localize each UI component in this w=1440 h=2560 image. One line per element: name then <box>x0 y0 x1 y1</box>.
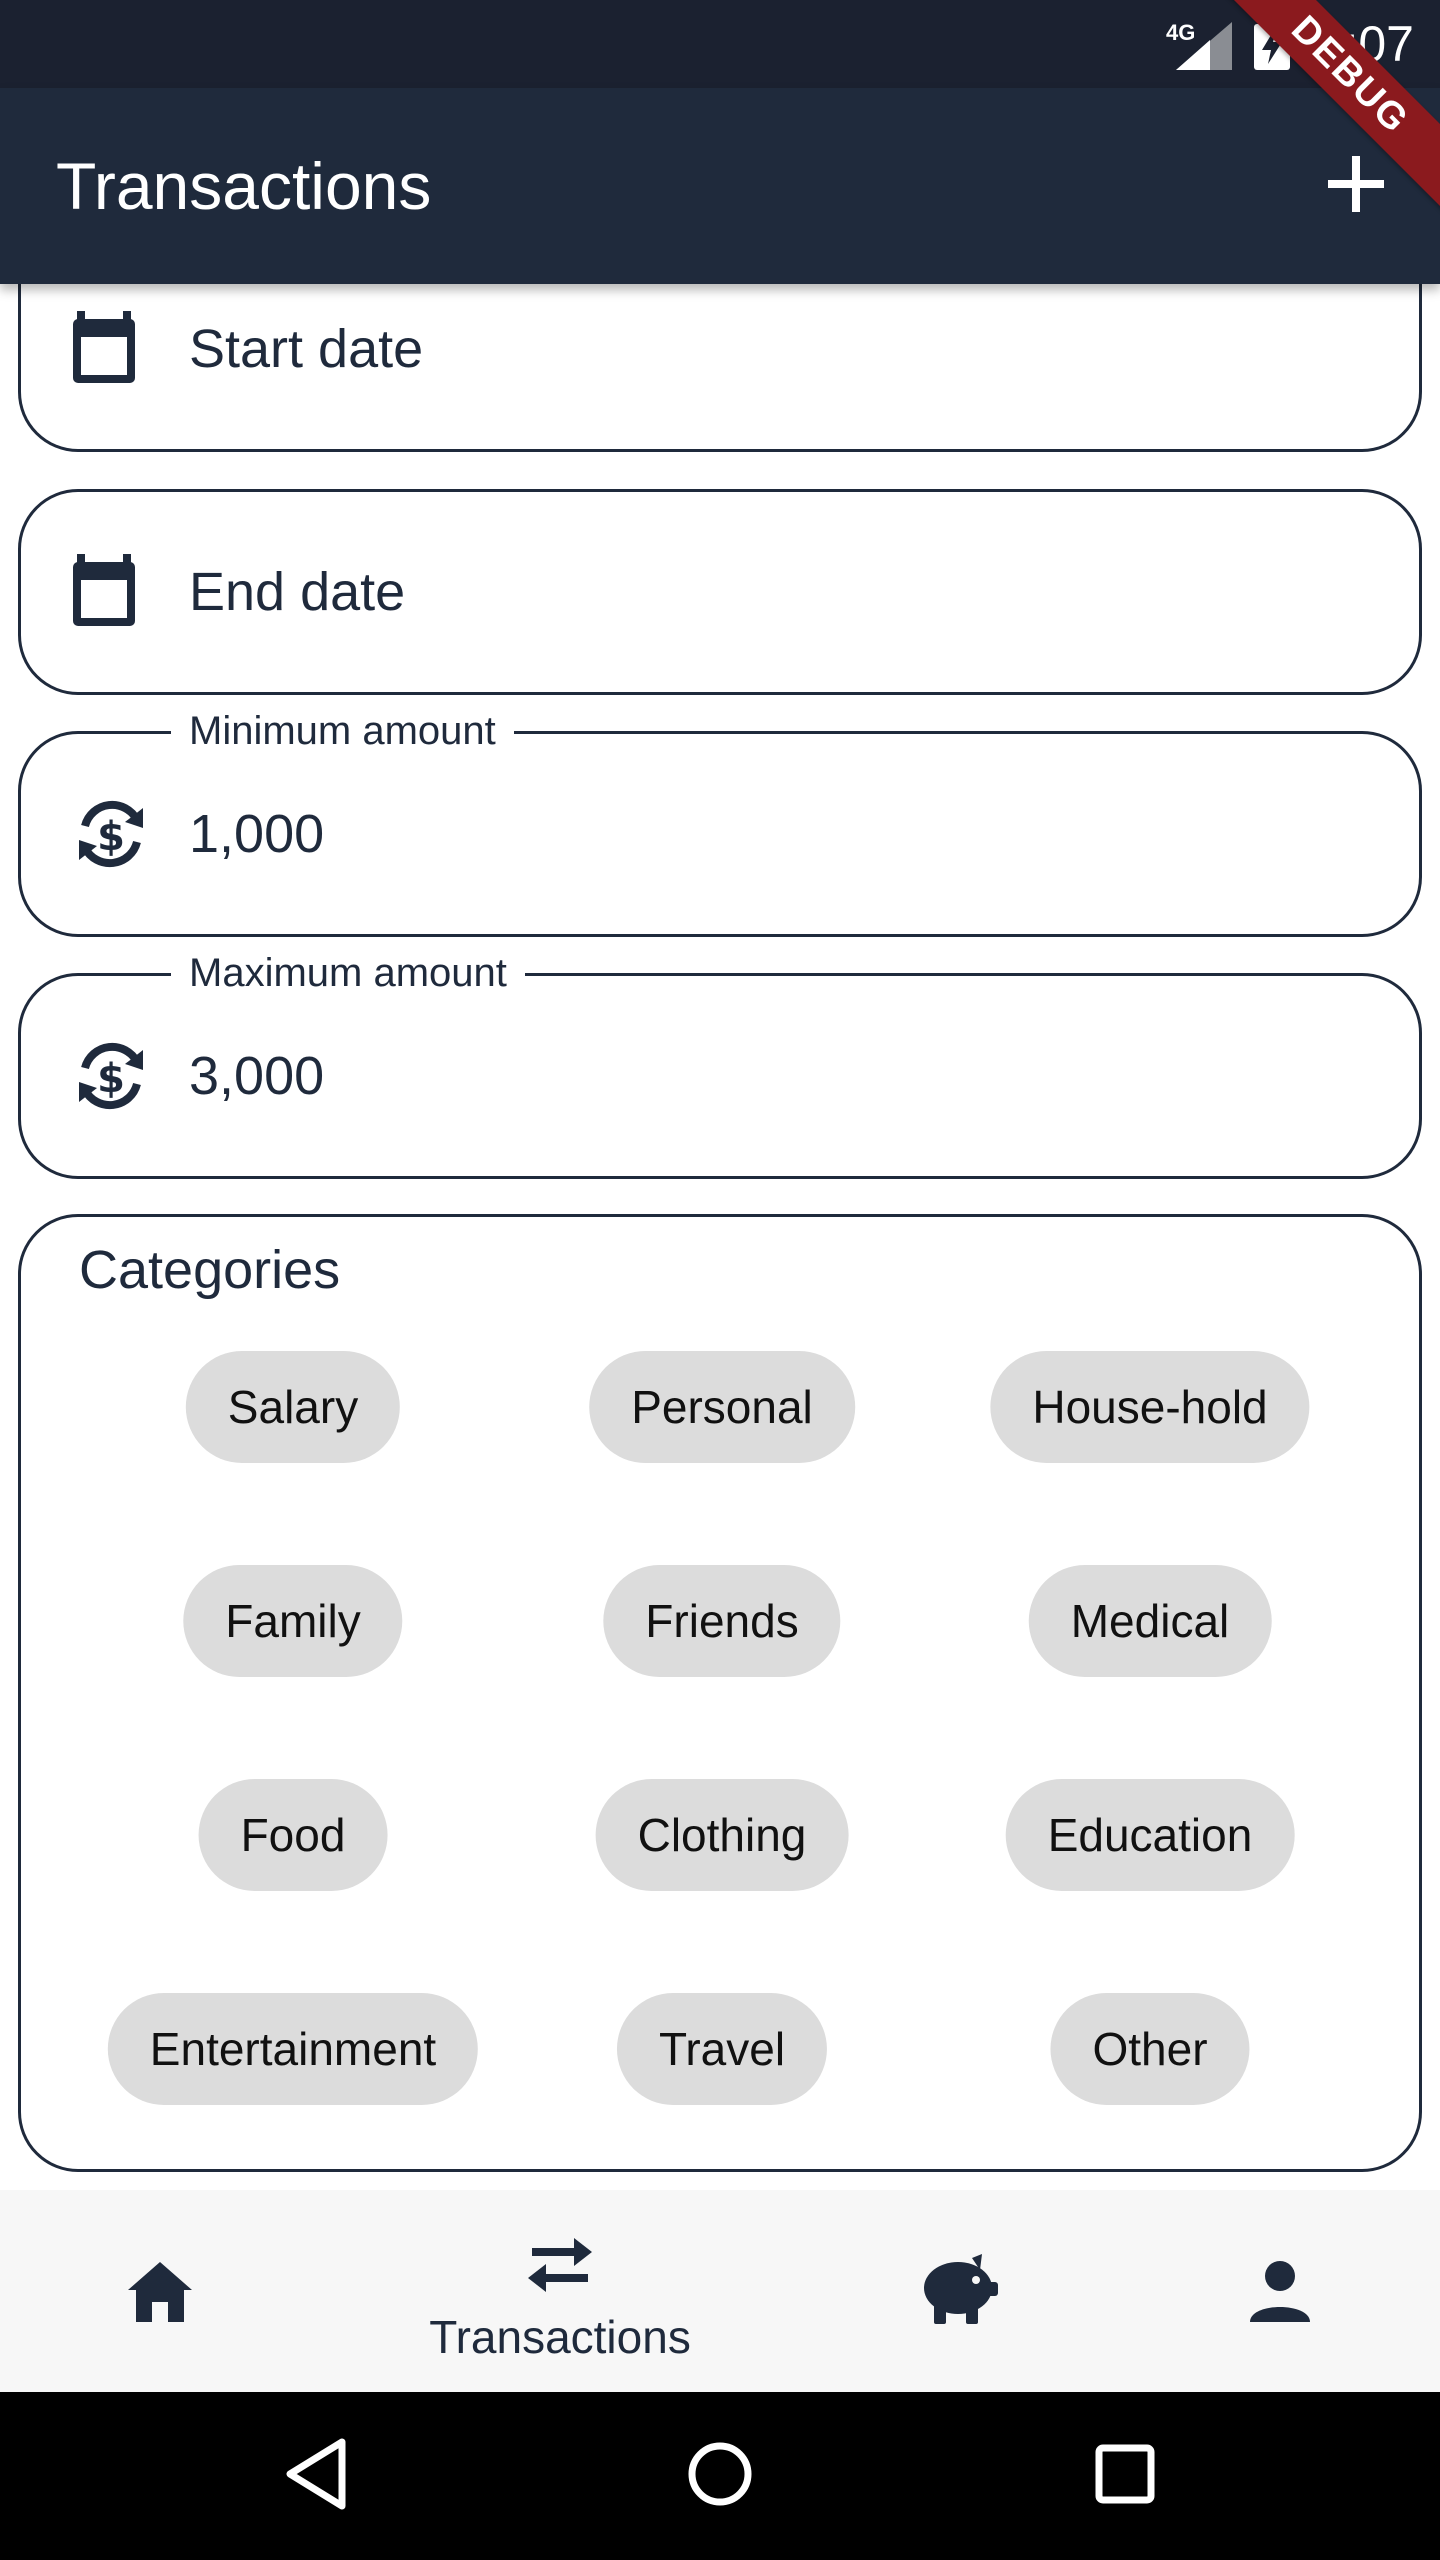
app-bar: Transactions <box>0 88 1440 284</box>
currency-exchange-icon: $ <box>79 1042 143 1110</box>
category-chip-other[interactable]: Other <box>1050 1993 1250 2105</box>
bottom-navigation: Transactions <box>0 2190 1440 2392</box>
nav-item-savings[interactable] <box>800 2190 1120 2392</box>
category-chip-entertainment[interactable]: Entertainment <box>107 1993 479 2105</box>
recents-icon[interactable] <box>1090 2434 1160 2514</box>
category-chip-medical[interactable]: Medical <box>1028 1565 1272 1677</box>
page-title: Transactions <box>56 149 432 223</box>
start-date-placeholder: Start date <box>189 318 424 379</box>
transfer-arrows-icon <box>528 2238 592 2292</box>
categories-panel: Categories Salary Personal House-hold Fa… <box>18 1214 1422 2172</box>
calendar-icon <box>73 554 135 626</box>
category-chip-household[interactable]: House-hold <box>990 1351 1310 1463</box>
minimum-amount-label: Minimum amount <box>171 704 514 758</box>
minimum-amount-value: 1,000 <box>189 804 325 864</box>
categories-title: Categories <box>79 1240 341 1300</box>
category-chip-education[interactable]: Education <box>1005 1779 1295 1891</box>
home-circle-icon[interactable] <box>684 2434 756 2514</box>
category-chip-personal[interactable]: Personal <box>589 1351 855 1463</box>
svg-text:$: $ <box>97 1056 125 1102</box>
category-chip-food[interactable]: Food <box>198 1779 388 1891</box>
end-date-placeholder: End date <box>189 562 406 622</box>
signal-icon <box>1176 22 1232 70</box>
end-date-field[interactable]: End date <box>18 489 1422 695</box>
nav-item-home[interactable] <box>0 2190 320 2392</box>
system-navigation-bar <box>0 2392 1440 2560</box>
home-icon <box>128 2262 192 2322</box>
add-icon[interactable] <box>1320 148 1392 220</box>
currency-exchange-icon: $ <box>79 800 143 868</box>
category-chip-travel[interactable]: Travel <box>616 1993 828 2105</box>
nav-label-transactions: Transactions <box>429 2311 691 2363</box>
status-bar: 4G 7:07 <box>0 0 1440 88</box>
maximum-amount-value: 3,000 <box>189 1046 325 1106</box>
back-icon[interactable] <box>282 2434 352 2514</box>
calendar-icon <box>73 310 135 383</box>
minimum-amount-field[interactable]: Minimum amount $ 1,000 <box>18 704 1422 937</box>
category-chip-family[interactable]: Family <box>183 1565 403 1677</box>
svg-text:$: $ <box>97 814 125 860</box>
maximum-amount-field[interactable]: Maximum amount $ 3,000 <box>18 946 1422 1179</box>
nav-item-profile[interactable] <box>1120 2190 1440 2392</box>
category-chip-salary[interactable]: Salary <box>185 1351 401 1463</box>
category-chip-clothing[interactable]: Clothing <box>595 1779 849 1891</box>
nav-item-transactions[interactable]: Transactions <box>400 2190 720 2392</box>
category-chip-friends[interactable]: Friends <box>603 1565 841 1677</box>
person-icon <box>1250 2261 1310 2322</box>
piggy-bank-icon <box>924 2254 998 2324</box>
maximum-amount-label: Maximum amount <box>171 946 525 1000</box>
